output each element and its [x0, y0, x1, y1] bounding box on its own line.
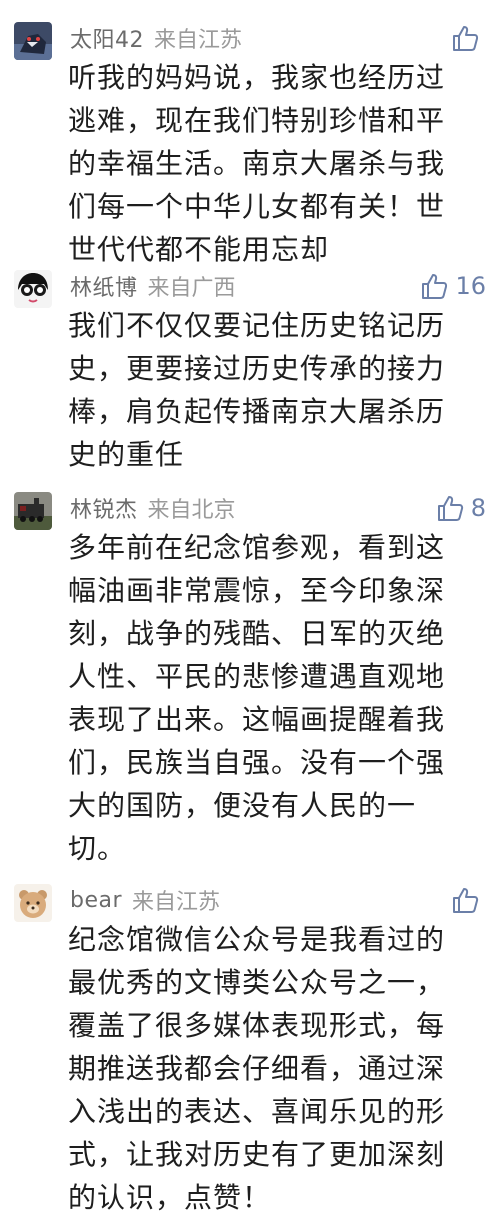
avatar[interactable] — [14, 884, 52, 922]
comment-header: 林锐杰 来自北京 8 — [70, 488, 486, 528]
comment-line: 人性、平民的悲惨遭遇直观地 — [68, 660, 446, 693]
comment-line: 的认识，点赞！ — [68, 1181, 272, 1214]
location-label: 来自江苏 — [132, 890, 221, 915]
comment-line: 棒，肩负起传播南京大屠杀历 — [68, 395, 446, 428]
comment-header: bear 来自江苏 — [70, 880, 486, 920]
comment-line: 入浅出的表达、喜闻乐见的形 — [68, 1095, 446, 1128]
like-count: 16 — [455, 272, 486, 300]
like-button[interactable]: 8 — [435, 493, 486, 523]
comment-line: 纪念馆微信公众号是我看过的 — [68, 923, 446, 956]
comment-item: 林纸博 来自广西 16 我们不仅仅要记住历史铭记历 史，更要接过历史传承的接力 … — [0, 264, 500, 474]
comment-line: 的幸福生活。南京大屠杀与我 — [68, 147, 446, 180]
comment-line: 听我的妈妈说，我家也经历过 — [68, 61, 446, 94]
avatar[interactable] — [14, 270, 52, 308]
comment-item: bear 来自江苏 纪念馆微信公众号是我看过的 最优秀的文博类公众号之一， 覆盖… — [0, 876, 500, 1214]
comment-header: 太阳42 来自江苏 — [70, 18, 486, 58]
avatar[interactable] — [14, 492, 52, 530]
comment-list: 太阳42 来自江苏 听我的妈妈说，我家也经历过 逃难，现在我们特别珍惜和平 的幸… — [0, 0, 500, 1214]
comment-line: 史的重任 — [68, 438, 185, 471]
thumbs-up-icon — [453, 26, 479, 51]
avatar[interactable] — [14, 22, 52, 60]
like-count: 8 — [470, 494, 486, 522]
comment-text: 纪念馆微信公众号是我看过的 最优秀的文博类公众号之一， 覆盖了很多媒体表现形式，… — [68, 918, 488, 1219]
comment-item: 太阳42 来自江苏 听我的妈妈说，我家也经历过 逃难，现在我们特别珍惜和平 的幸… — [0, 14, 500, 266]
comment-line: 们每一个中华儿女都有关！世 — [68, 190, 446, 223]
comment-item: 林锐杰 来自北京 8 多年前在纪念馆参观，看到这 幅油画非常震惊，至今印象深 刻… — [0, 486, 500, 870]
comment-text: 听我的妈妈说，我家也经历过 逃难，现在我们特别珍惜和平 的幸福生活。南京大屠杀与… — [68, 56, 488, 271]
like-button[interactable] — [450, 23, 486, 53]
like-button[interactable] — [450, 885, 486, 915]
thumbs-up-icon — [422, 274, 448, 299]
comment-line: 期推送我都会仔细看，通过深 — [68, 1052, 446, 1085]
avatar-image — [14, 492, 52, 530]
comment-line: 多年前在纪念馆参观，看到这 — [68, 531, 446, 564]
thumbs-up-icon — [453, 888, 479, 913]
comment-line: 刻，战争的残酷、日军的灭绝 — [68, 617, 446, 650]
comment-line: 表现了出来。这幅画提醒着我 — [68, 703, 446, 736]
comment-line: 式，让我对历史有了更加深刻 — [68, 1138, 446, 1171]
comment-line: 最优秀的文博类公众号之一， — [68, 966, 446, 999]
username[interactable]: 林纸博 — [70, 270, 138, 302]
comment-line: 们，民族当自强。没有一个强 — [68, 746, 446, 779]
comment-line: 我们不仅仅要记住历史铭记历 — [68, 309, 446, 342]
avatar-image — [14, 270, 52, 308]
comment-line: 覆盖了很多媒体表现形式，每 — [68, 1009, 446, 1042]
like-button[interactable]: 16 — [419, 271, 486, 301]
comment-line: 切。 — [68, 832, 127, 865]
comment-line: 幅油画非常震惊，至今印象深 — [68, 574, 446, 607]
comment-header: 林纸博 来自广西 16 — [70, 266, 486, 306]
avatar-image — [14, 22, 52, 60]
comment-text: 多年前在纪念馆参观，看到这 幅油画非常震惊，至今印象深 刻，战争的残酷、日军的灭… — [68, 526, 488, 870]
avatar-image — [14, 884, 52, 922]
comment-line: 大的国防，便没有人民的一 — [68, 789, 417, 822]
thumbs-up-icon — [437, 496, 463, 521]
username[interactable]: 太阳42 — [70, 22, 144, 54]
comment-line: 逃难，现在我们特别珍惜和平 — [68, 104, 446, 137]
location-label: 来自北京 — [147, 498, 236, 523]
comment-line: 史，更要接过历史传承的接力 — [68, 352, 446, 385]
comment-text: 我们不仅仅要记住历史铭记历 史，更要接过历史传承的接力 棒，肩负起传播南京大屠杀… — [68, 304, 488, 476]
username[interactable]: bear — [70, 888, 122, 913]
location-label: 来自广西 — [147, 276, 236, 301]
username[interactable]: 林锐杰 — [70, 492, 138, 524]
location-label: 来自江苏 — [154, 28, 243, 53]
